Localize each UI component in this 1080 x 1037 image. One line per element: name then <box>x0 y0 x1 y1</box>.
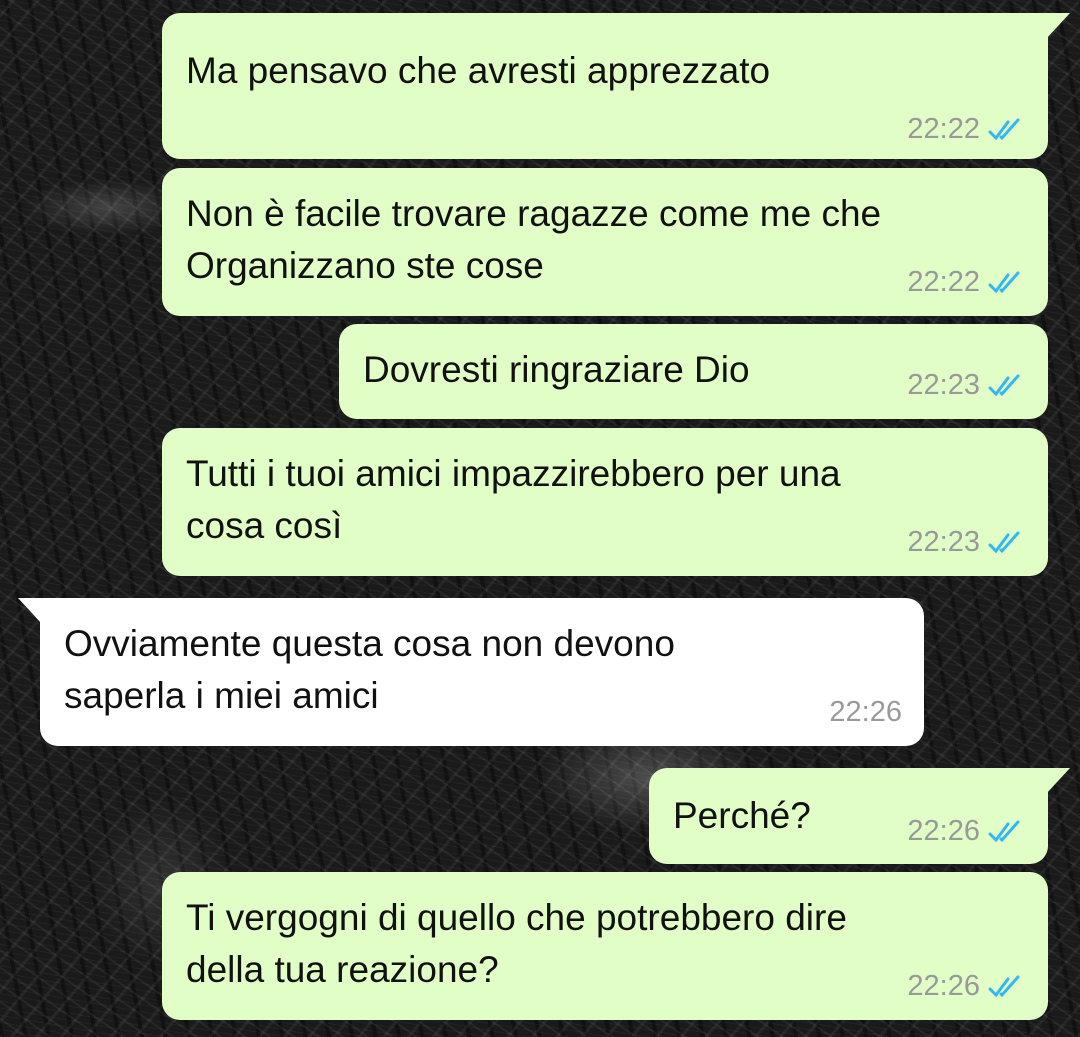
message-text: Ma pensavo che avresti apprezzato <box>186 50 771 91</box>
message-time: 22:23 <box>907 369 980 401</box>
double-check-icon <box>988 271 1020 293</box>
double-check-icon <box>988 118 1020 140</box>
message-bubble-outgoing[interactable]: Tutti i tuoi amici impazzirebbero per un… <box>162 428 1048 576</box>
message-text: Tutti i tuoi amici impazzirebbero per un… <box>186 453 841 546</box>
message-text: Ovviamente questa cosa non devono saperl… <box>64 623 675 716</box>
message-bubble-incoming[interactable]: Ovviamente questa cosa non devono saperl… <box>18 598 924 746</box>
message-text: Perché? <box>673 795 811 836</box>
message-meta: 22:26 <box>829 696 902 729</box>
message-bubble-outgoing[interactable]: Perché? 22:26 <box>649 768 1070 864</box>
message-meta: 22:26 <box>907 815 1024 848</box>
double-check-icon <box>988 531 1020 553</box>
message-time: 22:22 <box>907 113 980 145</box>
message-meta: 22:26 <box>907 970 1024 1003</box>
double-check-icon <box>988 820 1020 842</box>
double-check-icon <box>988 374 1020 396</box>
message-bubble-outgoing[interactable]: Non è facile trovare ragazze come me che… <box>162 168 1048 316</box>
message-bubble-outgoing[interactable]: Dovresti ringraziare Dio 22:23 <box>339 324 1048 419</box>
message-time: 22:22 <box>907 266 980 298</box>
message-time: 22:26 <box>829 696 902 728</box>
message-text: Dovresti ringraziare Dio <box>363 349 750 390</box>
message-meta: 22:23 <box>907 526 1024 559</box>
message-bubble-outgoing[interactable]: Ti vergogni di quello che potrebbero dir… <box>162 872 1048 1020</box>
message-time: 22:23 <box>907 526 980 558</box>
double-check-icon <box>988 975 1020 997</box>
message-meta: 22:22 <box>907 266 1024 299</box>
chat-thread: Ma pensavo che avresti apprezzato 22:22 … <box>0 0 1080 1037</box>
message-bubble-outgoing[interactable]: Ma pensavo che avresti apprezzato 22:22 <box>162 13 1070 159</box>
message-meta: 22:23 <box>907 369 1024 402</box>
message-text: Non è facile trovare ragazze come me che… <box>186 193 882 286</box>
message-meta: 22:22 <box>907 113 1024 146</box>
message-time: 22:26 <box>907 970 980 1002</box>
message-time: 22:26 <box>907 815 980 847</box>
message-text: Ti vergogni di quello che potrebbero dir… <box>186 897 847 990</box>
